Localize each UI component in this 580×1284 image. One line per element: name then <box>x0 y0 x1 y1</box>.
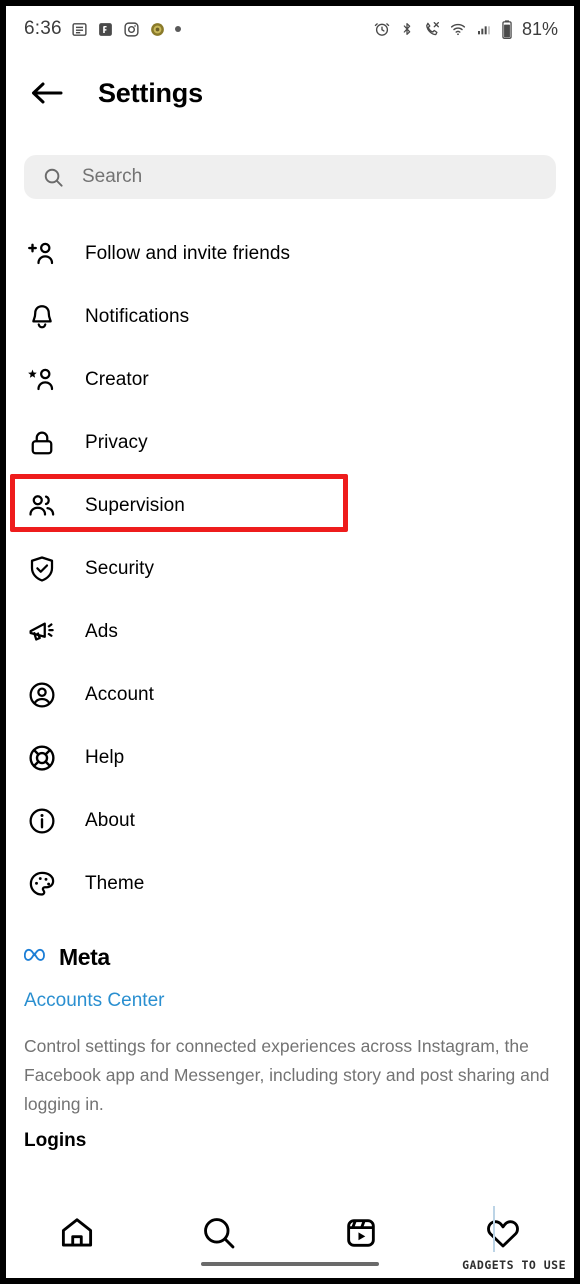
app-header: Settings <box>6 52 574 142</box>
settings-item-label: Supervision <box>85 494 185 516</box>
search-input[interactable]: Search <box>82 166 142 188</box>
search-icon <box>42 166 68 189</box>
settings-item-help[interactable]: Help <box>6 726 574 789</box>
instagram-icon <box>123 21 140 38</box>
settings-item-supervision[interactable]: Supervision <box>6 474 574 537</box>
settings-item-label: Follow and invite friends <box>85 242 291 264</box>
bottom-navigation: GADGETS TO USE <box>6 1192 574 1278</box>
meta-wordmark: Meta <box>59 944 110 970</box>
watermark-text: GADGETS TO USE <box>462 1258 566 1272</box>
home-icon <box>58 1214 96 1257</box>
battery-percent: 81% <box>521 18 558 39</box>
watermark-line <box>493 1206 495 1252</box>
meta-description: Control settings for connected experienc… <box>24 1036 550 1114</box>
palette-icon <box>24 866 60 902</box>
back-button[interactable] <box>24 72 70 118</box>
settings-item-about[interactable]: About <box>6 789 574 852</box>
more-dot-icon <box>174 26 181 32</box>
life-ring-icon <box>24 740 60 776</box>
settings-item-label: Notifications <box>85 305 190 327</box>
nav-search[interactable] <box>148 1205 290 1267</box>
settings-item-follow-and-invite-friends[interactable]: Follow and invite friends <box>6 222 574 285</box>
settings-list: Follow and invite friends Notifications … <box>6 222 574 915</box>
settings-item-ads[interactable]: Ads <box>6 600 574 663</box>
status-bar-right: 81% <box>373 6 558 52</box>
cellular-signal-icon <box>475 21 493 37</box>
wifi-icon <box>449 20 467 38</box>
shield-check-icon <box>24 551 60 587</box>
settings-item-security[interactable]: Security <box>6 537 574 600</box>
lock-icon <box>24 425 60 461</box>
settings-item-label: About <box>85 809 135 831</box>
account-circle-icon <box>24 677 60 713</box>
settings-item-label: Help <box>85 746 125 768</box>
home-gesture-indicator[interactable] <box>201 1262 379 1266</box>
facebook-messenger-icon <box>97 21 114 38</box>
settings-item-theme[interactable]: Theme <box>6 852 574 915</box>
heart-icon <box>484 1214 522 1257</box>
alarm-icon <box>373 20 391 38</box>
person-add-icon <box>24 236 60 272</box>
settings-item-label: Security <box>85 557 155 579</box>
accounts-center-link[interactable]: Accounts Center <box>24 990 564 1012</box>
page-title: Settings <box>98 78 203 108</box>
battery-icon <box>501 19 513 39</box>
bluetooth-icon <box>399 21 415 37</box>
settings-item-creator[interactable]: Creator <box>6 348 574 411</box>
people-icon <box>24 488 60 524</box>
settings-item-label: Account <box>85 683 155 705</box>
settings-item-label: Creator <box>85 368 149 390</box>
bell-icon <box>24 299 60 335</box>
settings-item-label: Theme <box>85 872 145 894</box>
logins-heading: Logins <box>24 1130 87 1151</box>
settings-item-privacy[interactable]: Privacy <box>6 411 574 474</box>
coin-app-icon <box>149 21 166 38</box>
status-time: 6:36 <box>24 18 62 39</box>
megaphone-icon <box>24 614 60 650</box>
person-star-icon <box>24 362 60 398</box>
nav-reels[interactable] <box>290 1205 432 1267</box>
status-bar-left: 6:36 <box>24 6 181 52</box>
settings-item-notifications[interactable]: Notifications <box>6 285 574 348</box>
info-circle-icon <box>24 803 60 839</box>
settings-item-label: Privacy <box>85 431 148 453</box>
back-arrow-icon <box>29 78 65 113</box>
status-bar: 6:36 81% <box>6 6 574 52</box>
search-bar[interactable]: Search <box>24 155 556 199</box>
meta-section: Meta Accounts Center Control settings fo… <box>23 944 564 1119</box>
nav-home[interactable] <box>6 1205 148 1267</box>
search-icon <box>200 1214 238 1257</box>
settings-item-label: Ads <box>85 620 118 642</box>
call-mute-icon <box>423 20 441 38</box>
reels-icon <box>342 1214 380 1257</box>
news-app-icon <box>71 21 88 38</box>
settings-item-account[interactable]: Account <box>6 663 574 726</box>
meta-infinity-logo-icon <box>23 946 51 969</box>
phone-screen: 6:36 81% Settings Search Follow and invi… <box>6 6 574 1278</box>
meta-brand: Meta <box>23 944 564 971</box>
